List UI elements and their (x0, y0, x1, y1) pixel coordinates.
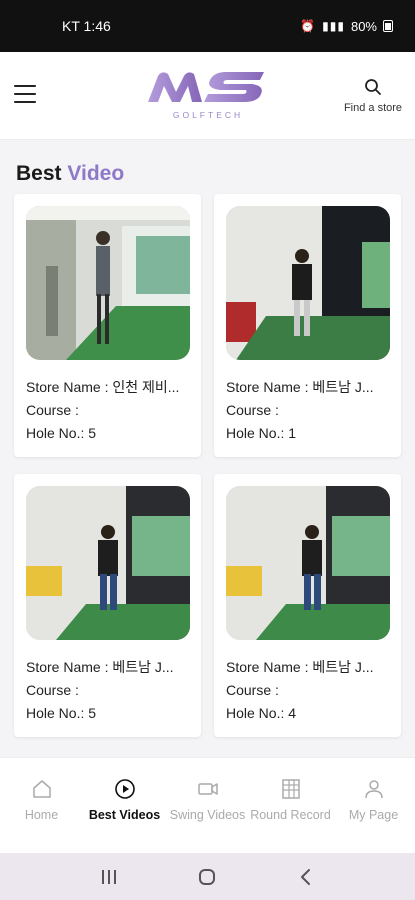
hole-number: Hole No.: 5 (26, 425, 97, 441)
user-icon (364, 780, 383, 799)
video-meta: Store Name : 베트남 J... Course : Hole No.:… (226, 656, 394, 725)
logo-subtitle: GOLFTECH (172, 110, 244, 120)
video-thumbnail-image (226, 206, 390, 360)
video-camera-icon (197, 783, 218, 795)
section-title-main: Best (16, 162, 62, 185)
course-name: Course : (226, 682, 279, 698)
video-thumbnail-image (26, 486, 190, 640)
home-button[interactable] (187, 862, 227, 892)
video-meta: Store Name : 인천 제비... Course : Hole No.:… (26, 376, 194, 445)
nav-home-label: Home (24, 808, 59, 822)
store-name: Store Name : 베트남 J... (226, 659, 374, 675)
ms-golftech-logo[interactable]: GOLFTECH (144, 68, 272, 124)
video-thumbnail[interactable] (26, 486, 190, 640)
recent-apps-button[interactable] (89, 862, 129, 892)
course-name: Course : (26, 402, 79, 418)
back-button[interactable] (286, 862, 326, 892)
status-time: KT 1:46 (62, 18, 111, 34)
section-title-accent: Video (67, 162, 125, 185)
battery-percent: 80% (350, 18, 377, 34)
app-header: GOLFTECH Find a store (0, 52, 415, 140)
hamburger-line (14, 93, 36, 95)
nav-round-record-label: Round Record (250, 808, 331, 822)
nav-my-page[interactable]: My Page (332, 758, 415, 853)
video-meta: Store Name : 베트남 J... Course : Hole No.:… (226, 376, 394, 445)
course-name: Course : (226, 402, 279, 418)
store-name: Store Name : 인천 제비... (26, 379, 180, 395)
scorecard-icon (281, 779, 300, 799)
video-thumbnail[interactable] (26, 206, 190, 360)
course-name: Course : (26, 682, 79, 698)
home-icon (32, 780, 51, 798)
nav-best-videos-label: Best Videos (88, 808, 161, 822)
status-icons: ⏰ ▮▮▮ 80% (300, 19, 393, 34)
recent-apps-icon (102, 869, 117, 884)
search-icon (365, 79, 381, 95)
video-thumbnail[interactable] (226, 486, 390, 640)
hamburger-icon (14, 85, 36, 87)
nav-best-videos[interactable]: Best Videos (83, 758, 166, 853)
back-arrow-icon (300, 868, 310, 885)
video-card[interactable]: Store Name : 베트남 J... Course : Hole No.:… (14, 474, 201, 737)
alarm-icon: ⏰ (300, 19, 317, 33)
status-bar: KT 1:46 ⏰ ▮▮▮ 80% (0, 0, 415, 52)
store-name: Store Name : 베트남 J... (226, 379, 374, 395)
menu-button[interactable] (14, 85, 36, 103)
video-meta: Store Name : 베트남 J... Course : Hole No.:… (26, 656, 194, 725)
home-circle-icon (199, 868, 216, 885)
find-store-label: Find a store (343, 102, 403, 114)
video-thumbnail-image (26, 206, 190, 360)
battery-icon (383, 20, 393, 32)
video-thumbnail-image (226, 486, 390, 640)
nav-home[interactable]: Home (0, 758, 83, 853)
video-card[interactable]: Store Name : 베트남 J... Course : Hole No.:… (214, 474, 401, 737)
nav-my-page-label: My Page (348, 808, 399, 822)
section-title: Best Video (16, 162, 124, 186)
system-nav-bar (0, 853, 415, 900)
nav-round-record[interactable]: Round Record (249, 758, 332, 853)
play-circle-icon (114, 779, 135, 799)
find-store-button[interactable]: Find a store (339, 78, 407, 116)
hamburger-line (14, 101, 36, 103)
video-card[interactable]: Store Name : 인천 제비... Course : Hole No.:… (14, 194, 201, 457)
video-card[interactable]: Store Name : 베트남 J... Course : Hole No.:… (214, 194, 401, 457)
signal-icon: ▮▮▮ (322, 19, 345, 33)
ms-logo-mark (148, 72, 264, 102)
hole-number: Hole No.: 5 (26, 705, 97, 721)
hole-number: Hole No.: 4 (226, 705, 297, 721)
nav-swing-videos-label: Swing Videos (169, 808, 246, 822)
bottom-nav: Home Best Videos Swing Videos Round Reco… (0, 757, 415, 853)
store-name: Store Name : 베트남 J... (26, 659, 174, 675)
hole-number: Hole No.: 1 (226, 425, 297, 441)
nav-swing-videos[interactable]: Swing Videos (166, 758, 249, 853)
video-thumbnail[interactable] (226, 206, 390, 360)
